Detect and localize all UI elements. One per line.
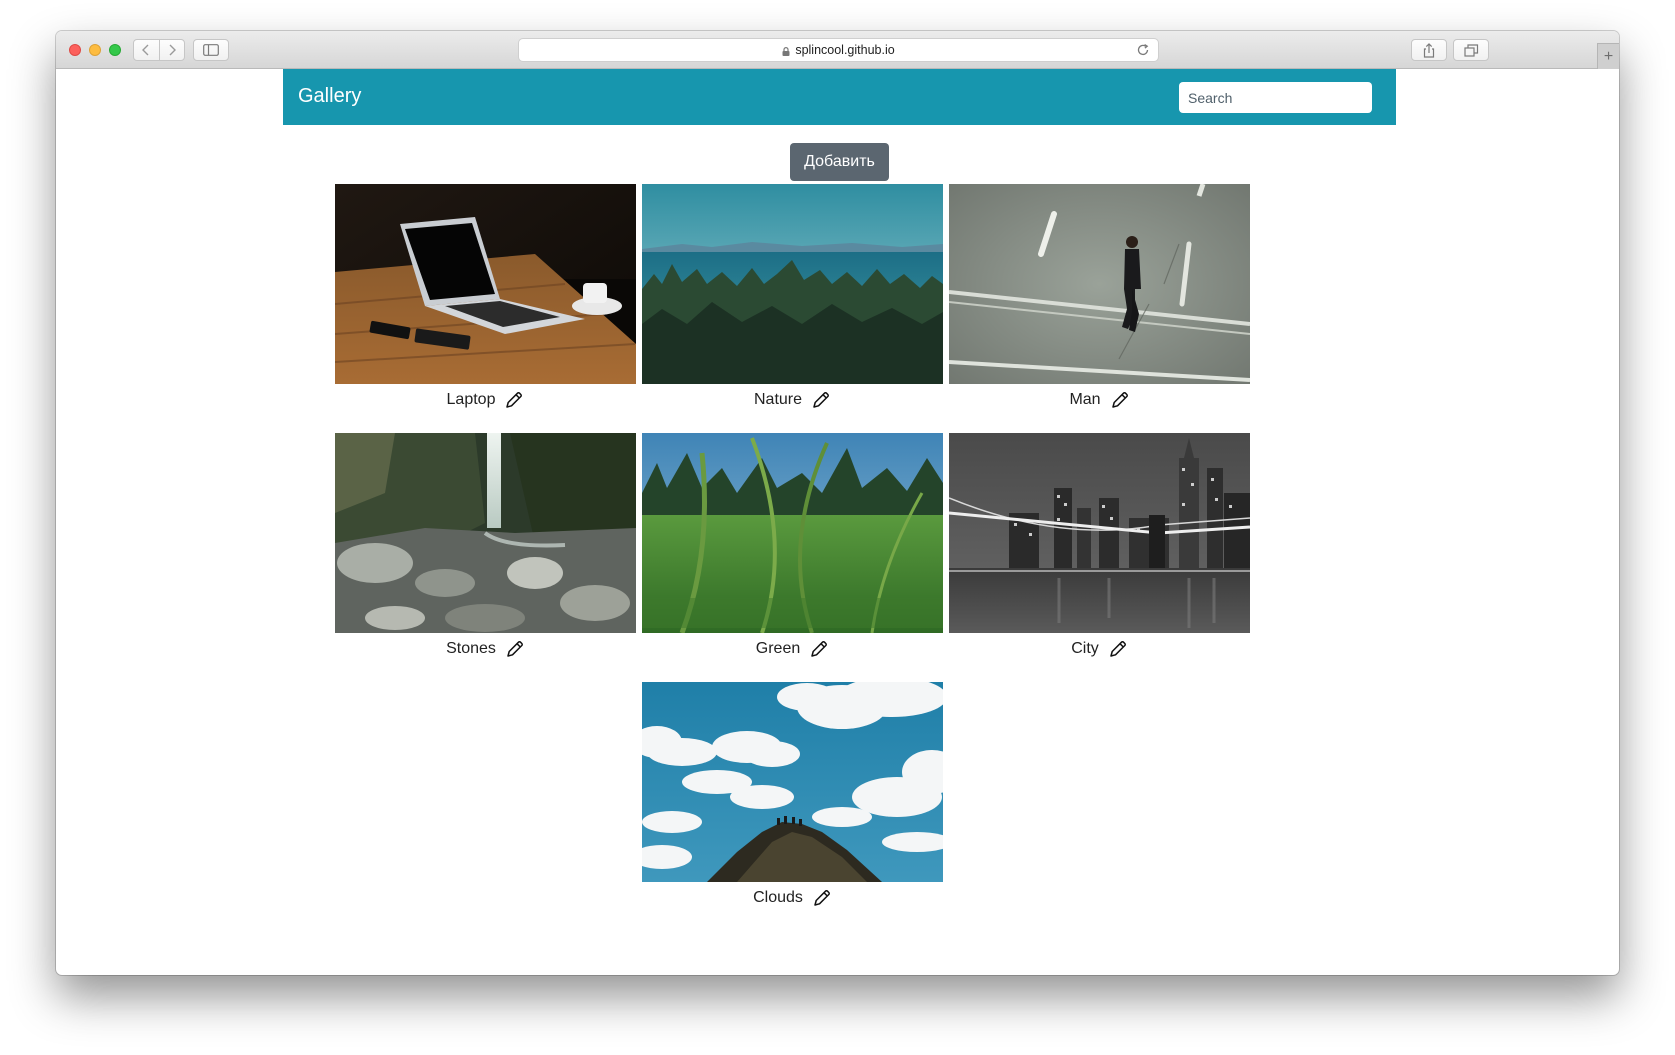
pencil-icon[interactable] [812, 888, 832, 908]
lock-icon [782, 46, 790, 56]
photo-caption: Stones [335, 636, 636, 662]
gallery-card: Green [642, 433, 943, 668]
photo-caption: City [949, 636, 1250, 662]
photo-title: Laptop [446, 391, 496, 408]
photo-title: Man [1069, 391, 1101, 408]
photo-caption: Nature [642, 387, 943, 413]
gallery-card: City [949, 433, 1250, 668]
photo-title: Stones [446, 640, 496, 657]
close-window-button[interactable] [69, 44, 81, 56]
photo-title: Green [755, 640, 801, 657]
sidebar-icon[interactable] [193, 39, 229, 61]
photo-green[interactable] [642, 433, 943, 633]
back-icon[interactable] [134, 40, 159, 60]
navigation-buttons [133, 39, 185, 61]
url-text: splincool.github.io [795, 43, 895, 57]
gallery-card: Nature [642, 184, 943, 419]
address-bar[interactable]: splincool.github.io [518, 38, 1159, 62]
browser-toolbar: splincool.github.io + [56, 31, 1619, 69]
brand-title[interactable]: Gallery [298, 85, 361, 108]
reload-icon[interactable] [1135, 42, 1151, 58]
photo-title: Nature [753, 391, 803, 408]
add-button[interactable]: Добавить [790, 143, 889, 181]
photo-man[interactable] [949, 184, 1250, 384]
photo-caption: Clouds [642, 885, 943, 911]
gallery-card: Laptop [335, 184, 636, 419]
photo-caption: Green [642, 636, 943, 662]
gallery-card: Clouds [642, 682, 943, 917]
photo-caption: Man [949, 387, 1250, 413]
photo-laptop[interactable] [335, 184, 636, 384]
photo-stones[interactable] [335, 433, 636, 633]
photo-title: Clouds [753, 889, 803, 906]
pencil-icon[interactable] [504, 390, 524, 410]
gallery-card: Stones [335, 433, 636, 668]
tabs-icon[interactable] [1453, 39, 1489, 61]
site-navbar: Gallery [283, 69, 1396, 125]
pencil-icon[interactable] [1110, 390, 1130, 410]
pencil-icon[interactable] [809, 639, 829, 659]
pencil-icon[interactable] [505, 639, 525, 659]
new-tab-button[interactable]: + [1597, 43, 1619, 69]
gallery-card: Man [949, 184, 1250, 419]
pencil-icon[interactable] [811, 390, 831, 410]
photo-clouds[interactable] [642, 682, 943, 882]
search-input[interactable] [1179, 82, 1372, 113]
photo-nature[interactable] [642, 184, 943, 384]
forward-icon[interactable] [158, 40, 185, 60]
zoom-window-button[interactable] [109, 44, 121, 56]
photo-city[interactable] [949, 433, 1250, 633]
share-icon[interactable] [1411, 39, 1447, 61]
browser-window: splincool.github.io + Gallery Добавить [56, 31, 1619, 975]
photo-title: City [1071, 640, 1099, 657]
photo-caption: Laptop [335, 387, 636, 413]
minimize-window-button[interactable] [89, 44, 101, 56]
pencil-icon[interactable] [1108, 639, 1128, 659]
